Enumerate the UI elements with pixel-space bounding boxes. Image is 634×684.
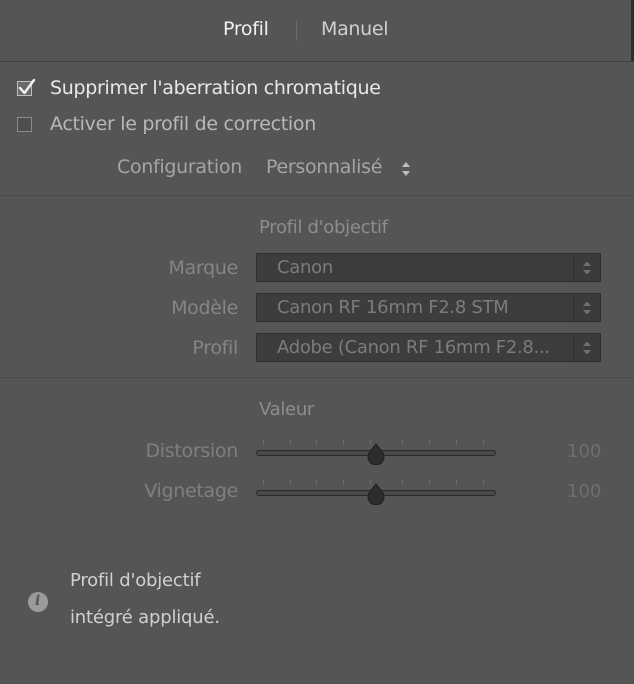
enable-profile-correction-row[interactable]: Activer le profil de correction — [17, 110, 316, 138]
configuration-label: Configuration — [117, 156, 242, 178]
up-down-arrows-icon[interactable] — [400, 160, 412, 178]
info-text-line1: Profil d'objectif — [70, 570, 201, 591]
model-select-button[interactable] — [573, 294, 600, 321]
enable-profile-correction-checkbox[interactable] — [17, 116, 32, 132]
enable-profile-correction-label: Activer le profil de correction — [50, 113, 316, 135]
vignetting-value[interactable]: 100 — [567, 481, 601, 502]
info-icon: i — [28, 592, 48, 612]
model-select[interactable]: Canon RF 16mm F2.8 STM — [256, 293, 601, 322]
make-select-button[interactable] — [573, 254, 600, 281]
section-divider — [0, 195, 634, 196]
vignetting-slider-thumb[interactable] — [365, 483, 387, 505]
up-down-arrows-icon — [583, 301, 591, 315]
profile-label: Profil — [192, 337, 238, 359]
lens-profile-title: Profil d'objectif — [259, 217, 388, 238]
remove-chromatic-aberration-label: Supprimer l'aberration chromatique — [50, 77, 381, 99]
configuration-dropdown[interactable]: Personnalisé — [266, 156, 382, 178]
make-label: Marque — [168, 257, 238, 279]
tab-separator — [296, 21, 297, 41]
distortion-value[interactable]: 100 — [567, 441, 601, 462]
section-divider — [0, 377, 634, 378]
tab-bar — [0, 0, 634, 62]
profile-value: Adobe (Canon RF 16mm F2.8... — [277, 337, 550, 358]
model-value: Canon RF 16mm F2.8 STM — [277, 297, 509, 318]
profile-select-button[interactable] — [573, 334, 600, 361]
up-down-arrows-icon — [583, 341, 591, 355]
model-label: Modèle — [171, 297, 238, 319]
make-value: Canon — [277, 257, 333, 278]
make-select[interactable]: Canon — [256, 253, 601, 282]
remove-chromatic-aberration-checkbox[interactable] — [17, 78, 36, 96]
tab-profil[interactable]: Profil — [223, 18, 269, 40]
profile-select[interactable]: Adobe (Canon RF 16mm F2.8... — [256, 333, 601, 362]
amount-title: Valeur — [259, 399, 315, 420]
distortion-slider-thumb[interactable] — [365, 443, 387, 465]
tab-manuel[interactable]: Manuel — [321, 18, 389, 40]
info-text-line2: intégré appliqué. — [70, 607, 220, 628]
remove-chromatic-aberration-row[interactable]: Supprimer l'aberration chromatique — [17, 74, 381, 102]
vignetting-label: Vignetage — [144, 480, 238, 502]
checkmark-icon — [18, 78, 36, 94]
up-down-arrows-icon — [583, 261, 591, 275]
distortion-label: Distorsion — [145, 440, 238, 462]
